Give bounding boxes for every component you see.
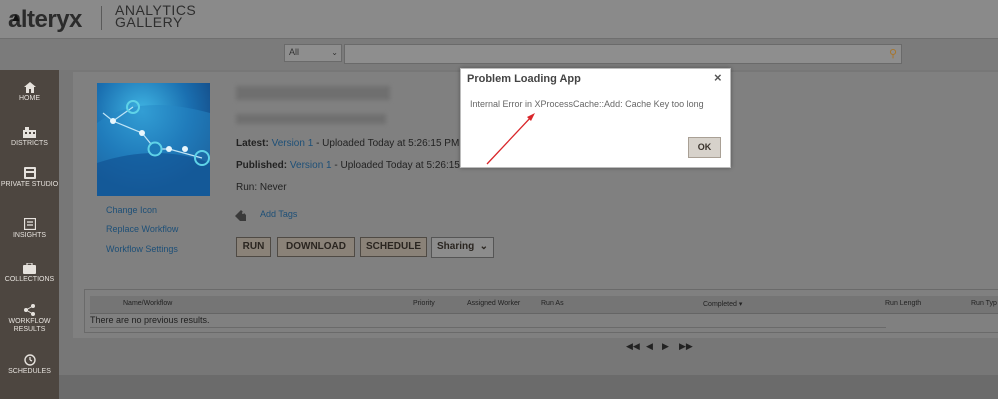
column-header-run-type[interactable]: Run Typ [971,300,997,307]
sharing-label: Sharing [437,241,475,252]
download-button[interactable]: DOWNLOAD [277,237,355,257]
latest-label: Latest: [236,138,269,149]
ok-button[interactable]: OK [688,137,721,158]
main-bottom-band [59,375,998,399]
owner-redacted [236,114,386,124]
annotation-arrow [486,113,535,165]
sidebar-item-label: PRIVATE STUDIO [0,181,59,188]
workflow-settings-link[interactable]: Workflow Settings [106,244,178,254]
sidebar-item-label: COLLECTIONS [4,276,55,283]
districts-icon [23,127,36,138]
search-scope-select[interactable]: All ⌄ [284,44,342,62]
search-icon[interactable]: ⚲ [889,47,897,60]
tag-icon [235,208,246,226]
latest-version-link[interactable]: Version 1 [272,138,314,149]
schedules-icon [23,354,36,366]
first-page-icon[interactable]: ◀◀ [626,341,640,352]
column-header-priority[interactable]: Priority [413,300,435,307]
schedule-button[interactable]: SCHEDULE [360,237,427,257]
search-scope-value: All [289,47,300,57]
home-icon [23,82,36,93]
add-tags-link[interactable]: Add Tags [260,209,297,219]
sharing-dropdown[interactable]: Sharing ⌄ [431,237,494,258]
close-icon[interactable]: × [714,70,722,85]
last-page-icon[interactable]: ▶▶ [679,341,693,352]
row-divider [90,327,886,328]
sidebar-item-label: DISTRICTS [11,140,48,147]
collections-icon [23,263,36,274]
gallery-title: ANALYTICS GALLERY [115,3,196,29]
search-input[interactable]: ⚲ [344,44,902,64]
completed-label: Completed [703,301,737,308]
column-header-assigned-worker[interactable]: Assigned Worker [467,300,520,307]
empty-results-message: There are no previous results. [90,315,210,325]
column-header-run-as[interactable]: Run As [541,300,564,307]
chevron-down-icon: ⌄ [331,48,338,57]
sidebar-item-collections[interactable]: COLLECTIONS [0,263,59,284]
sidebar-item-label: HOME [19,95,40,102]
latest-upload-time: - Uploaded Today at 5:26:15 PM [316,138,460,149]
sort-desc-icon: ▾ [738,301,743,308]
header-divider [101,6,102,30]
chevron-down-icon: ⌄ [479,241,488,252]
mouse-cursor-icon: ▲ [10,10,22,24]
workflow-thumbnail [97,83,210,196]
replace-workflow-link[interactable]: Replace Workflow [106,224,178,234]
run-status: Run: Never [236,182,287,193]
workflow-results-icon [24,304,35,316]
sidebar-item-workflow-results[interactable]: WORKFLOW RESULTS [0,304,59,334]
published-upload-time: - Uploaded Today at 5:26:15 [334,160,460,171]
next-page-icon[interactable]: ▶ [662,341,669,352]
latest-version-line: Latest: Version 1 - Uploaded Today at 5:… [236,138,459,149]
column-header-completed[interactable]: Completed ▾ [703,300,742,308]
left-nav: HOME DISTRICTS PRIVATE STUDIO INSIGHTS C… [0,70,59,399]
run-button[interactable]: RUN [236,237,271,257]
sidebar-item-insights[interactable]: INSIGHTS [0,218,59,240]
column-header-name[interactable]: Name/Workflow [123,300,172,307]
published-version-line: Published: Version 1 - Uploaded Today at… [236,160,460,171]
sidebar-item-private-studio[interactable]: PRIVATE STUDIO [0,167,59,189]
studio-icon [23,167,36,179]
sidebar-item-label: SCHEDULES [8,368,51,375]
published-label: Published: [236,160,288,171]
app-title-redacted [236,86,390,100]
published-version-link[interactable]: Version 1 [290,160,332,171]
sidebar-item-schedules[interactable]: SCHEDULES [0,354,59,376]
sidebar-item-label: INSIGHTS [12,232,47,239]
column-header-run-length[interactable]: Run Length [885,300,921,307]
sidebar-item-districts[interactable]: DISTRICTS [0,127,59,148]
sidebar-item-label: WORKFLOW RESULTS [8,318,51,333]
change-icon-link[interactable]: Change Icon [106,205,157,215]
insights-icon [23,218,36,230]
sidebar-item-home[interactable]: HOME [0,82,59,103]
dialog-title: Problem Loading App [467,73,581,85]
prev-page-icon[interactable]: ◀ [646,341,653,352]
